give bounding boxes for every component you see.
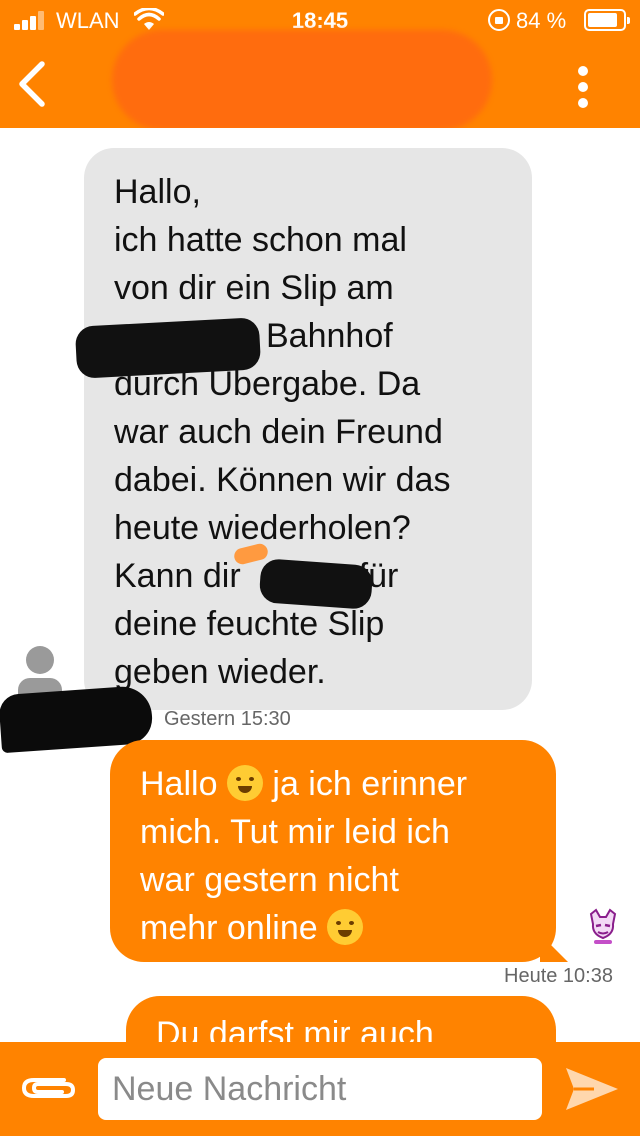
message-timestamp: Heute 10:38 (504, 965, 613, 987)
message-fragment: Hallo (140, 765, 218, 803)
message-line: Du darfst mir auch (156, 1015, 434, 1042)
more-vertical-icon[interactable] (564, 62, 604, 112)
battery-icon (584, 9, 630, 31)
chat-thread[interactable]: Hallo, ich hatte schon mal von dir ein S… (0, 128, 640, 1042)
contact-name-redacted[interactable] (112, 30, 492, 130)
message-fragment: Kann dir (114, 557, 241, 595)
message-line: von dir ein Slip am (114, 269, 394, 307)
message-line: mich. Tut mir leid ich (140, 813, 450, 851)
redaction-mark (258, 558, 374, 610)
outgoing-message-bubble[interactable]: Du darfst mir auch (126, 996, 556, 1042)
weary-face-emoji (327, 909, 364, 945)
back-chevron-icon[interactable] (10, 56, 56, 112)
message-line: mehr online (140, 904, 536, 952)
paperclip-icon[interactable] (20, 1068, 78, 1108)
message-fragment: ja ich erinner (272, 765, 468, 803)
message-line: heute wiederholen? (114, 509, 411, 547)
outgoing-message-bubble[interactable]: Hallo ja ich erinner mich. Tut mir leid … (110, 740, 556, 962)
message-timestamp: Gestern 15:30 (164, 708, 291, 730)
message-line: ich hatte schon mal (114, 221, 407, 259)
message-composer (0, 1042, 640, 1136)
redaction-mark (74, 317, 262, 379)
message-line: Hallo, (114, 173, 201, 211)
incoming-message-bubble[interactable]: Hallo, ich hatte schon mal von dir ein S… (74, 148, 532, 710)
send-icon[interactable] (564, 1066, 620, 1112)
message-line: geben wieder. (114, 653, 326, 691)
sticker-avatar-icon[interactable] (588, 908, 618, 946)
message-input[interactable] (98, 1058, 542, 1120)
message-line: deine feuchte Slip (114, 605, 385, 643)
message-fragment: mehr online (140, 909, 318, 947)
hugging-face-emoji (226, 765, 263, 801)
battery-percentage: 84 % (516, 8, 567, 33)
message-line: war auch dein Freund (114, 413, 443, 451)
message-line: dabei. Können wir das (114, 461, 451, 499)
app-header: WLAN 18:45 84 % (0, 0, 640, 130)
message-line: Hallo ja ich erinner (140, 760, 536, 808)
lock-rotation-icon (488, 9, 510, 31)
message-line: war gestern nicht (140, 861, 399, 899)
